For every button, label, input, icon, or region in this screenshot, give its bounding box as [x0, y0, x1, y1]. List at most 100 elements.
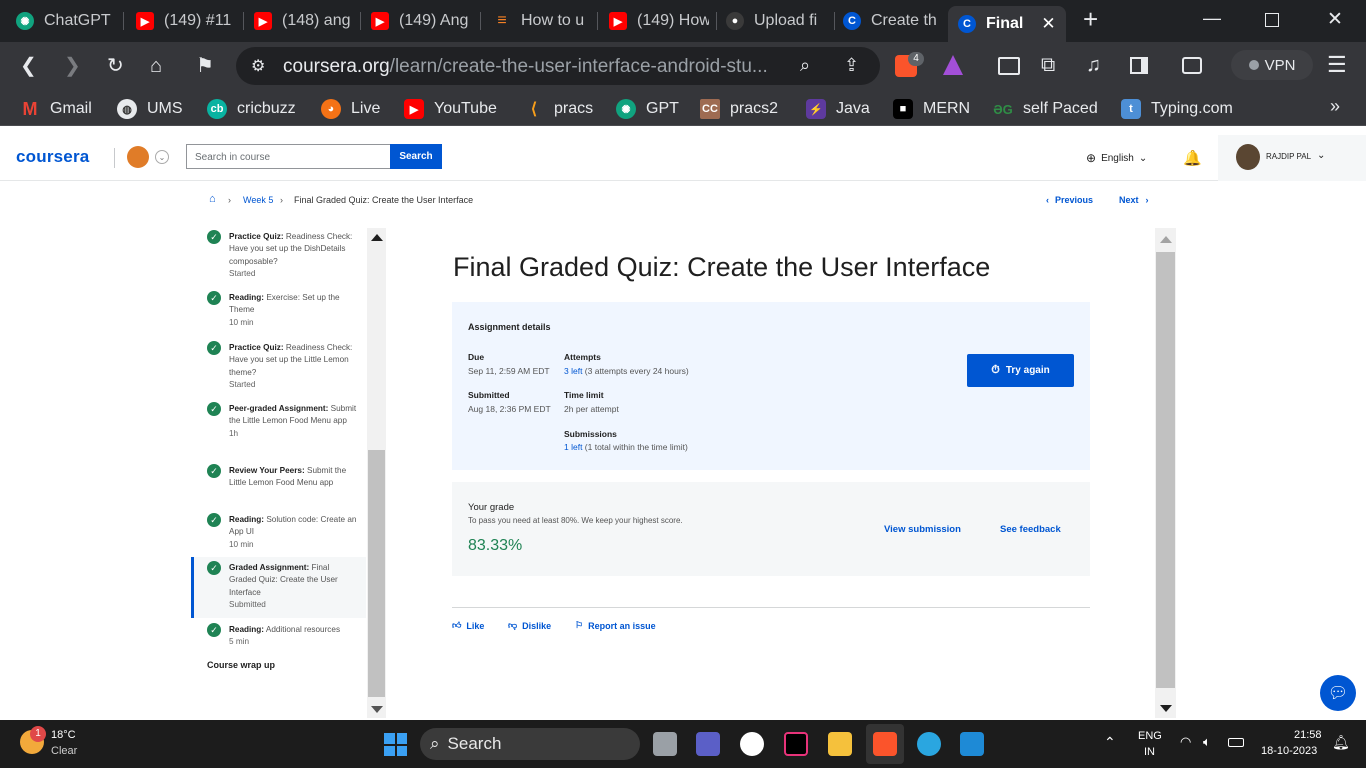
scroll-down-icon[interactable]	[371, 706, 383, 713]
coursera-logo[interactable]: coursera	[16, 147, 89, 167]
bookmark-gpt[interactable]: ✺ GPT	[616, 99, 679, 119]
bookmark-pracs[interactable]: ⟨ pracs	[524, 99, 593, 119]
tab-coursera-create[interactable]: C Create th	[843, 6, 943, 36]
sidebar-item[interactable]: ✓ Reading: Solution code: Create an App …	[207, 513, 357, 551]
file-explorer-icon[interactable]	[828, 732, 852, 756]
bookmark-gmail[interactable]: M Gmail	[20, 99, 92, 119]
tab-youtube-4[interactable]: ▶ (149) How	[609, 6, 709, 36]
intellij-icon[interactable]	[784, 732, 808, 756]
wifi-icon[interactable]: ◠	[1180, 734, 1191, 750]
sidebar-item[interactable]: ✓ Practice Quiz: Readiness Check: Have y…	[207, 230, 357, 280]
scroll-down-icon[interactable]	[1160, 705, 1172, 712]
chevron-down-icon[interactable]: ⌄	[155, 150, 169, 164]
chevron-up-icon[interactable]: ⌃	[1104, 734, 1116, 751]
bookmarks-overflow-button[interactable]: »	[1330, 96, 1340, 117]
dislike-button[interactable]: 👎︎ Dislike	[508, 620, 551, 631]
bookmark-live[interactable]: ◕ Live	[321, 99, 380, 119]
notifications-bell-icon[interactable]: 🔔	[1183, 149, 1202, 167]
try-again-button[interactable]: ⏱ Try again	[967, 354, 1074, 387]
site-info-icon[interactable]: ⚙	[251, 56, 265, 76]
previous-link[interactable]: ‹ Previous	[1046, 195, 1093, 205]
volume-icon[interactable]: 🔈︎	[1203, 734, 1211, 750]
report-issue-button[interactable]: ⚐ Report an issue	[575, 620, 656, 631]
bookmark-cricbuzz[interactable]: cb cricbuzz	[207, 99, 296, 119]
notification-bell-icon[interactable]: 🔔︎	[1332, 734, 1350, 751]
extensions-icon[interactable]: ⧉	[1041, 54, 1055, 77]
home-icon[interactable]: ⌂	[150, 54, 162, 78]
sidebar-item[interactable]: ✓ Review Your Peers: Submit the Little L…	[207, 464, 357, 490]
menu-icon[interactable]: ☰	[1327, 52, 1347, 78]
scroll-up-icon[interactable]	[371, 234, 383, 241]
tab-youtube-2[interactable]: ▶ (148) ang	[254, 6, 354, 36]
course-search-input[interactable]: Search in course	[186, 144, 391, 169]
teams-icon[interactable]	[696, 732, 720, 756]
clock-time[interactable]: 21:58	[1294, 729, 1322, 741]
address-bar[interactable]: ⚙ coursera.org/learn/create-the-user-int…	[236, 47, 880, 85]
view-submission-link[interactable]: View submission	[884, 524, 961, 535]
new-tab-button[interactable]: +	[1083, 4, 1098, 35]
see-feedback-link[interactable]: See feedback	[1000, 524, 1061, 535]
scroll-up-icon[interactable]	[1160, 236, 1172, 243]
sidebar-scrollbar[interactable]	[367, 228, 386, 718]
sidebar-item[interactable]: ✓ Practice Quiz: Readiness Check: Have y…	[207, 341, 357, 391]
breadcrumb-week[interactable]: Week 5	[243, 195, 273, 205]
sidebar-item[interactable]: ✓ Reading: Additional resources 5 min	[207, 623, 357, 649]
bookmark-java[interactable]: ⚡ Java	[806, 99, 870, 119]
edge-icon[interactable]	[917, 732, 941, 756]
windows-start-icon[interactable]	[384, 733, 407, 756]
sidebar-item[interactable]: ✓ Reading: Exercise: Set up the Theme 10 …	[207, 291, 357, 329]
scroll-thumb[interactable]	[368, 450, 385, 697]
github-icon: ●	[726, 12, 744, 30]
tab-stackoverflow[interactable]: ≡ How to u	[493, 6, 589, 36]
reader-mode-icon[interactable]	[998, 57, 1020, 75]
taskbar-search[interactable]: ⌕ Search	[420, 728, 640, 760]
bookmark-pracs2[interactable]: CC pracs2	[700, 99, 778, 119]
bookmark-ums[interactable]: ◍ UMS	[117, 99, 183, 119]
media-icon[interactable]: ♫	[1086, 54, 1101, 77]
tab-coursera-final[interactable]: C Final ✕	[948, 6, 1066, 42]
vscode-icon[interactable]	[960, 732, 984, 756]
bookmark-mern[interactable]: ■ MERN	[893, 99, 970, 119]
language-code[interactable]: ENG	[1138, 730, 1162, 742]
bookmark-self-paced[interactable]: ƏG self Paced	[993, 99, 1098, 119]
close-window-icon[interactable]: ✕	[1327, 8, 1343, 31]
sidebar-item[interactable]: ✓ Peer-graded Assignment: Submit the Lit…	[207, 402, 357, 440]
sidebar-icon[interactable]	[1130, 57, 1148, 74]
back-icon[interactable]: ❮	[20, 54, 37, 78]
content-scrollbar[interactable]	[1155, 228, 1176, 718]
tab-youtube-3[interactable]: ▶ (149) Ang	[371, 6, 471, 36]
vpn-button[interactable]: VPN	[1231, 50, 1313, 80]
tab-youtube-1[interactable]: ▶ (149) #11	[136, 6, 236, 36]
minimize-icon[interactable]: —	[1203, 8, 1221, 29]
language-selector[interactable]: ⊕ English ⌄	[1086, 151, 1147, 165]
battery-icon[interactable]	[1228, 738, 1244, 747]
wallet-icon[interactable]	[1182, 57, 1202, 74]
task-view-icon[interactable]	[653, 732, 677, 756]
share-icon[interactable]: ⇪	[844, 55, 859, 76]
close-tab-icon[interactable]: ✕	[1041, 14, 1055, 34]
chat-help-button[interactable]: 💬︎	[1320, 675, 1356, 711]
search-button[interactable]: Search	[390, 144, 442, 169]
tab-chatgpt[interactable]: ✺ ChatGPT	[16, 6, 116, 36]
reload-icon[interactable]: ↻	[107, 54, 124, 78]
app-icon[interactable]	[740, 732, 764, 756]
brave-icon[interactable]	[873, 732, 897, 756]
zoom-icon[interactable]: ⌕	[800, 55, 810, 76]
user-menu[interactable]: RAJDIP PAL ⌄	[1218, 135, 1366, 181]
forward-icon[interactable]: ❯	[64, 54, 81, 78]
brave-rewards-icon[interactable]	[943, 55, 963, 75]
bookmark-icon[interactable]: ⚑	[196, 54, 214, 78]
bookmark-typing[interactable]: t Typing.com	[1121, 99, 1233, 119]
home-icon[interactable]: ⌂	[209, 193, 216, 205]
university-logo-icon[interactable]	[127, 146, 149, 168]
region-code[interactable]: IN	[1144, 746, 1155, 758]
tab-github[interactable]: ● Upload fi	[726, 6, 828, 36]
sidebar-section-title[interactable]: Course wrap up	[207, 660, 275, 670]
like-button[interactable]: 👍︎ Like	[452, 620, 484, 631]
sidebar-item-active[interactable]: ✓ Graded Assignment: Final Graded Quiz: …	[207, 561, 357, 611]
clock-date[interactable]: 18-10-2023	[1261, 745, 1317, 757]
bookmark-youtube[interactable]: ▶ YouTube	[404, 99, 497, 119]
next-link[interactable]: Next ›	[1119, 195, 1149, 205]
maximize-icon[interactable]	[1265, 13, 1279, 27]
scroll-thumb[interactable]	[1156, 252, 1175, 688]
